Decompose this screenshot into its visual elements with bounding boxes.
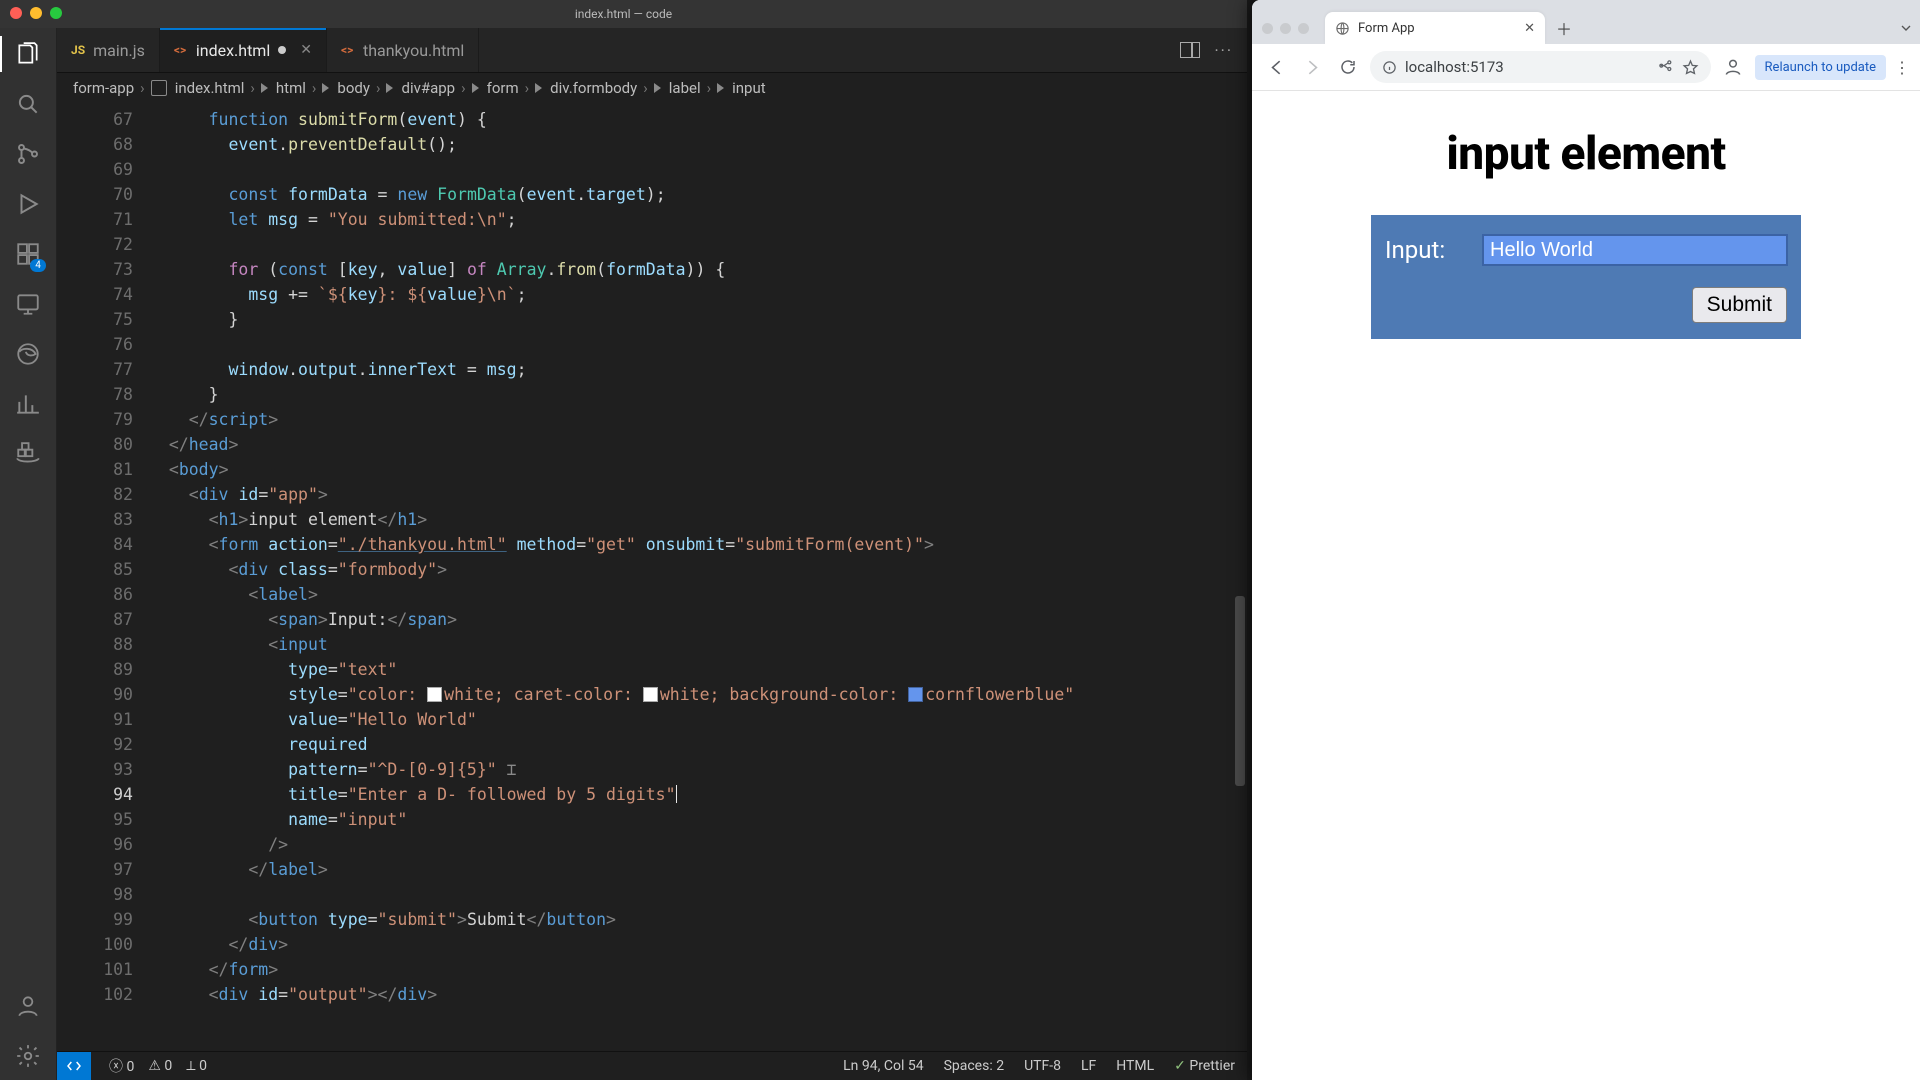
- browser-window-controls: [1262, 23, 1309, 34]
- share-icon[interactable]: [1658, 59, 1674, 75]
- tag-icon: [535, 83, 542, 93]
- eol[interactable]: LF: [1081, 1058, 1096, 1074]
- address-bar[interactable]: localhost:5173: [1370, 51, 1711, 83]
- cursor-position[interactable]: Ln 94, Col 54: [843, 1058, 923, 1074]
- submit-button[interactable]: Submit: [1692, 287, 1787, 323]
- minimize-window-icon[interactable]: [1280, 23, 1291, 34]
- explorer-icon[interactable]: [14, 40, 42, 68]
- window-title: index.html — code: [575, 7, 672, 21]
- breadcrumb-item[interactable]: label: [669, 79, 701, 97]
- tab-thankyou[interactable]: <> thankyou.html: [327, 28, 479, 72]
- tab-mainjs[interactable]: JS main.js: [57, 28, 160, 72]
- breadcrumb-item[interactable]: form: [487, 79, 519, 97]
- breadcrumb-item[interactable]: input: [732, 79, 766, 97]
- breadcrumb-item[interactable]: form-app: [73, 79, 134, 97]
- tag-icon: [654, 83, 661, 93]
- line-gutter: 6768697071727374757677787980818283848586…: [57, 103, 149, 1051]
- language-mode[interactable]: HTML: [1116, 1058, 1154, 1074]
- text-input[interactable]: [1483, 235, 1787, 265]
- extensions-icon[interactable]: 4: [14, 240, 42, 268]
- warnings-count[interactable]: ⚠ 0: [148, 1058, 172, 1074]
- maximize-window-icon[interactable]: [50, 7, 62, 19]
- breadcrumb-item[interactable]: html: [276, 79, 306, 97]
- browser-tabbar: Form App ✕ ＋: [1252, 0, 1920, 44]
- relaunch-button[interactable]: Relaunch to update: [1755, 55, 1886, 80]
- url-text: localhost:5173: [1405, 58, 1504, 76]
- site-info-icon[interactable]: [1382, 60, 1397, 75]
- tab-label: thankyou.html: [363, 41, 464, 60]
- breadcrumb[interactable]: form-app› index.html› html› body› div#ap…: [57, 73, 1247, 103]
- account-icon[interactable]: [14, 992, 42, 1020]
- window-controls: [10, 7, 62, 19]
- tag-icon: [472, 83, 479, 93]
- html-file-icon: <>: [341, 43, 355, 57]
- code-editor[interactable]: 6768697071727374757677787980818283848586…: [57, 103, 1247, 1051]
- encoding[interactable]: UTF-8: [1024, 1058, 1061, 1074]
- indent-setting[interactable]: Spaces: 2: [944, 1058, 1005, 1074]
- reload-button[interactable]: [1334, 53, 1362, 81]
- ports-count[interactable]: ⟂ 0: [186, 1058, 207, 1074]
- html-file-icon: <>: [174, 43, 188, 57]
- browser-menu-icon[interactable]: ⋮: [1894, 58, 1910, 77]
- settings-gear-icon[interactable]: [14, 1042, 42, 1070]
- breadcrumb-item[interactable]: body: [337, 79, 370, 97]
- maximize-window-icon[interactable]: [1298, 23, 1309, 34]
- more-actions-icon[interactable]: ···: [1214, 41, 1233, 60]
- breadcrumb-item[interactable]: div.formbody: [550, 79, 637, 97]
- minimize-window-icon[interactable]: [30, 7, 42, 19]
- code-content[interactable]: function submitForm(event) { event.preve…: [149, 103, 1231, 1051]
- close-window-icon[interactable]: [1262, 23, 1273, 34]
- breadcrumb-item[interactable]: div#app: [401, 79, 455, 97]
- graph-icon[interactable]: [14, 390, 42, 418]
- browser-window: Form App ✕ ＋ localhost:5173 Relaunch to …: [1252, 0, 1920, 1080]
- globe-icon: [1335, 21, 1350, 36]
- back-button[interactable]: [1262, 53, 1290, 81]
- tag-icon: [322, 83, 329, 93]
- tag-icon: [261, 83, 268, 93]
- close-tab-icon[interactable]: ✕: [1524, 21, 1535, 36]
- minimap-scrollbar[interactable]: [1231, 103, 1247, 1051]
- split-editor-icon[interactable]: [1180, 42, 1200, 58]
- new-tab-button[interactable]: ＋: [1551, 15, 1577, 41]
- vscode-window: index.html — code 4: [0, 0, 1247, 1080]
- remote-explorer-icon[interactable]: [14, 290, 42, 318]
- extensions-badge: 4: [30, 259, 46, 272]
- editor-tabs: JS main.js <> index.html ✕ <> thankyou.h…: [57, 28, 1247, 73]
- browser-toolbar: localhost:5173 Relaunch to update ⋮: [1252, 44, 1920, 91]
- tab-indexhtml[interactable]: <> index.html ✕: [160, 28, 327, 72]
- containers-icon[interactable]: [14, 440, 42, 468]
- close-window-icon[interactable]: [10, 7, 22, 19]
- browser-tab[interactable]: Form App ✕: [1325, 12, 1545, 44]
- tabs-dropdown-icon[interactable]: [1898, 20, 1914, 36]
- tag-icon: [717, 83, 724, 93]
- formatter[interactable]: ✓ Prettier: [1174, 1058, 1235, 1074]
- tab-title: Form App: [1358, 21, 1415, 36]
- input-label: Input:: [1385, 236, 1465, 264]
- bookmark-star-icon[interactable]: [1682, 59, 1699, 76]
- source-control-icon[interactable]: [14, 140, 42, 168]
- profile-icon[interactable]: [1719, 53, 1747, 81]
- dirty-dot-icon: [278, 46, 286, 54]
- file-icon: [151, 80, 167, 96]
- tag-icon: [386, 83, 393, 93]
- tab-label: index.html: [196, 41, 270, 60]
- search-icon[interactable]: [14, 90, 42, 118]
- browser-page: input element Input: Submit: [1252, 91, 1920, 1080]
- run-debug-icon[interactable]: [14, 190, 42, 218]
- page-heading: input element: [1446, 127, 1725, 181]
- vscode-titlebar: index.html — code: [0, 0, 1247, 28]
- tab-label: main.js: [93, 41, 145, 60]
- breadcrumb-item[interactable]: index.html: [175, 79, 245, 97]
- status-bar: ⓧ 0 ⚠ 0 ⟂ 0 Ln 94, Col 54 Spaces: 2 UTF-…: [57, 1051, 1247, 1080]
- errors-count[interactable]: ⓧ 0: [109, 1056, 134, 1076]
- edge-tools-icon[interactable]: [14, 340, 42, 368]
- activity-bar: 4: [0, 28, 57, 1080]
- remote-indicator-icon[interactable]: [57, 1052, 91, 1080]
- js-file-icon: JS: [71, 43, 85, 57]
- close-tab-icon[interactable]: ✕: [300, 42, 312, 58]
- forward-button[interactable]: [1298, 53, 1326, 81]
- form-container: Input: Submit: [1371, 215, 1801, 339]
